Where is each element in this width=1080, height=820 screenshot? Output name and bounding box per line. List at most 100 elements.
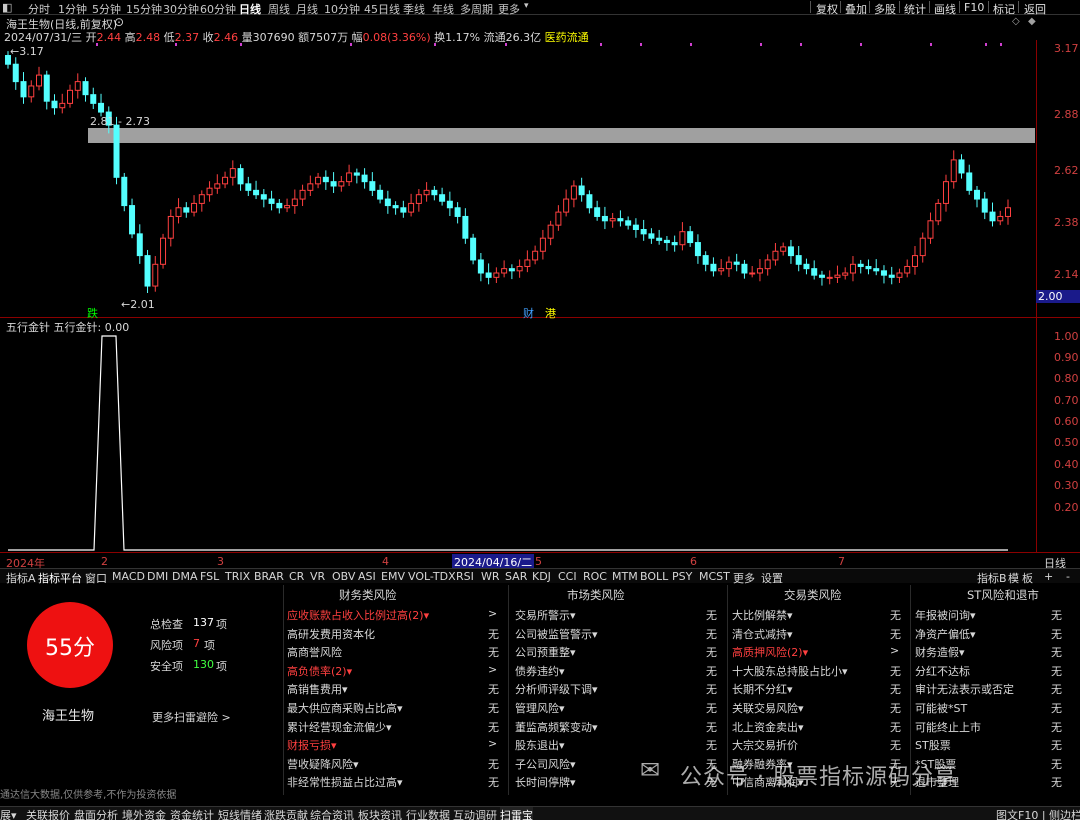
risk-item-label[interactable]: 可能终止上市: [915, 719, 981, 735]
tab-kdj[interactable]: KDJ: [532, 570, 551, 583]
risk-item-label[interactable]: 营收疑降风险▾: [287, 756, 359, 772]
risk-item-label[interactable]: 最大供应商采购占比高▾: [287, 700, 403, 716]
tab-settings[interactable]: 设置: [761, 570, 783, 586]
status-fund-stats[interactable]: 资金统计: [170, 807, 214, 820]
dropdown-icon[interactable]: ⊙: [114, 15, 124, 29]
status-contribution[interactable]: 涨跌贡献: [264, 807, 308, 820]
risk-item-label[interactable]: 分红不达标: [915, 663, 970, 679]
risk-item-label[interactable]: 高质押风险(2)▾: [732, 644, 808, 660]
risk-item-label[interactable]: 累计经营现金流偏少▾: [287, 719, 392, 735]
risk-item-label[interactable]: 公司预重整▾: [515, 644, 576, 660]
risk-item-label[interactable]: 年报被问询▾: [915, 607, 976, 623]
risk-item-label[interactable]: 高销售费用▾: [287, 681, 348, 697]
tab-rsi[interactable]: RSI: [456, 570, 474, 583]
risk-item-label[interactable]: 可能被*ST: [915, 700, 967, 716]
settings-icon[interactable]: ◆: [1028, 16, 1036, 27]
more-scan-link[interactable]: 更多扫雷避险 >: [152, 709, 231, 725]
period-multi[interactable]: 多周期: [460, 1, 493, 17]
expand-chevron-icon[interactable]: >: [890, 644, 899, 657]
tab-boll[interactable]: BOLL: [640, 570, 668, 583]
risk-item-label[interactable]: 长时间停牌▾: [515, 774, 576, 790]
status-foreign-fund[interactable]: 境外资金: [122, 807, 166, 820]
status-market-analysis[interactable]: 盘面分析: [74, 807, 118, 820]
back-button[interactable]: 返回: [1024, 1, 1046, 17]
risk-item-label[interactable]: 子公司风险▾: [515, 756, 576, 772]
tab-template[interactable]: 模: [1008, 570, 1019, 586]
status-news[interactable]: 综合资讯: [310, 807, 354, 820]
risk-item-label[interactable]: 清仓式减持▾: [732, 626, 793, 642]
risk-item-label[interactable]: 应收账款占收入比例过高(2)▾: [287, 607, 429, 623]
overlay-button[interactable]: 叠加: [845, 1, 867, 17]
chevron-down-icon[interactable]: ▾: [524, 1, 529, 11]
risk-item-label[interactable]: 非经常性损益占比过高▾: [287, 774, 403, 790]
tab-psy[interactable]: PSY: [672, 570, 692, 583]
risk-item-label[interactable]: 股东退出▾: [515, 737, 565, 753]
adjust-button[interactable]: 复权: [816, 1, 838, 17]
period-15min[interactable]: 15分钟: [126, 1, 162, 17]
tab-macd[interactable]: MACD: [112, 570, 145, 583]
period-60min[interactable]: 60分钟: [200, 1, 236, 17]
tab-more[interactable]: 更多: [733, 570, 755, 586]
risk-item-label[interactable]: 净资产偏低▾: [915, 626, 976, 642]
tab-dmi[interactable]: DMI: [147, 570, 168, 583]
risk-item-label[interactable]: 关联交易风险▾: [732, 700, 804, 716]
add-window-icon[interactable]: +: [1044, 570, 1053, 583]
status-related-quote[interactable]: 关联报价: [26, 807, 70, 820]
period-weekly[interactable]: 周线: [268, 1, 290, 17]
tab-asi[interactable]: ASI: [358, 570, 376, 583]
expand-button[interactable]: 展▾: [0, 807, 17, 820]
status-short-sentiment[interactable]: 短线情绪: [218, 807, 262, 820]
tab-window[interactable]: 窗口: [85, 570, 107, 586]
expand-chevron-icon[interactable]: >: [488, 607, 497, 620]
risk-item-label[interactable]: 高负债率(2)▾: [287, 663, 352, 679]
status-interaction[interactable]: 互动调研: [453, 807, 497, 820]
stats-button[interactable]: 统计: [904, 1, 926, 17]
period-year[interactable]: 年线: [432, 1, 454, 17]
tab-trix[interactable]: TRIX: [225, 570, 250, 583]
period-30min[interactable]: 30分钟: [163, 1, 199, 17]
diamond-icon[interactable]: ◇: [1012, 16, 1020, 27]
tab-template-2[interactable]: 板: [1022, 570, 1033, 586]
tab-dma[interactable]: DMA: [172, 570, 198, 583]
risk-item-label[interactable]: 财报亏损▾: [287, 737, 337, 753]
status-minesweeper[interactable]: 扫雷宝: [500, 807, 533, 820]
tab-cci[interactable]: CCI: [558, 570, 577, 583]
expand-chevron-icon[interactable]: >: [488, 737, 497, 750]
expand-chevron-icon[interactable]: >: [488, 663, 497, 676]
tab-brar[interactable]: BRAR: [254, 570, 284, 583]
draw-line-button[interactable]: 画线: [934, 1, 956, 17]
period-10min[interactable]: 10分钟: [324, 1, 360, 17]
candlestick-chart[interactable]: [0, 40, 1040, 318]
tab-indicator-a[interactable]: 指标A: [6, 570, 36, 586]
period-1min[interactable]: 1分钟: [58, 1, 87, 17]
risk-item-label[interactable]: 公司被监管警示▾: [515, 626, 598, 642]
risk-item-label[interactable]: 北上资金卖出▾: [732, 719, 804, 735]
tab-indicator-b[interactable]: 指标B: [977, 570, 1007, 586]
risk-item-label[interactable]: 分析师评级下调▾: [515, 681, 598, 697]
risk-item-label[interactable]: 管理风险▾: [515, 700, 565, 716]
risk-item-label[interactable]: 财务造假▾: [915, 644, 965, 660]
period-monthly[interactable]: 月线: [296, 1, 318, 17]
risk-item-label[interactable]: 大宗交易折价: [732, 737, 798, 753]
tab-mtm[interactable]: MTM: [612, 570, 638, 583]
risk-item-label[interactable]: 审计无法表示或否定: [915, 681, 1014, 697]
risk-item-label[interactable]: 高商誉风险: [287, 644, 342, 660]
risk-item-label[interactable]: 债券违约▾: [515, 663, 565, 679]
tab-cr[interactable]: CR: [289, 570, 304, 583]
period-quarter[interactable]: 季线: [403, 1, 425, 17]
period-45day[interactable]: 45日线: [364, 1, 400, 17]
tab-vol-tdx[interactable]: VOL-TDX: [408, 570, 456, 583]
indicator-chart[interactable]: [0, 318, 1040, 552]
risk-item-label[interactable]: 交易所警示▾: [515, 607, 576, 623]
mark-button[interactable]: 标记: [993, 1, 1015, 17]
risk-item-label[interactable]: 十大股东总持股占比小▾: [732, 663, 848, 679]
collapse-icon[interactable]: ◧: [2, 1, 12, 14]
tab-fsl[interactable]: FSL: [200, 570, 219, 583]
tab-indicator-platform[interactable]: 指标平台: [38, 570, 82, 586]
risk-item-label[interactable]: 大比例解禁▾: [732, 607, 793, 623]
f10-button[interactable]: F10: [964, 1, 984, 14]
remove-window-icon[interactable]: -: [1066, 570, 1070, 583]
period-intraday[interactable]: 分时: [28, 1, 50, 17]
tab-wr[interactable]: WR: [481, 570, 500, 583]
period-daily[interactable]: 日线: [239, 1, 261, 17]
